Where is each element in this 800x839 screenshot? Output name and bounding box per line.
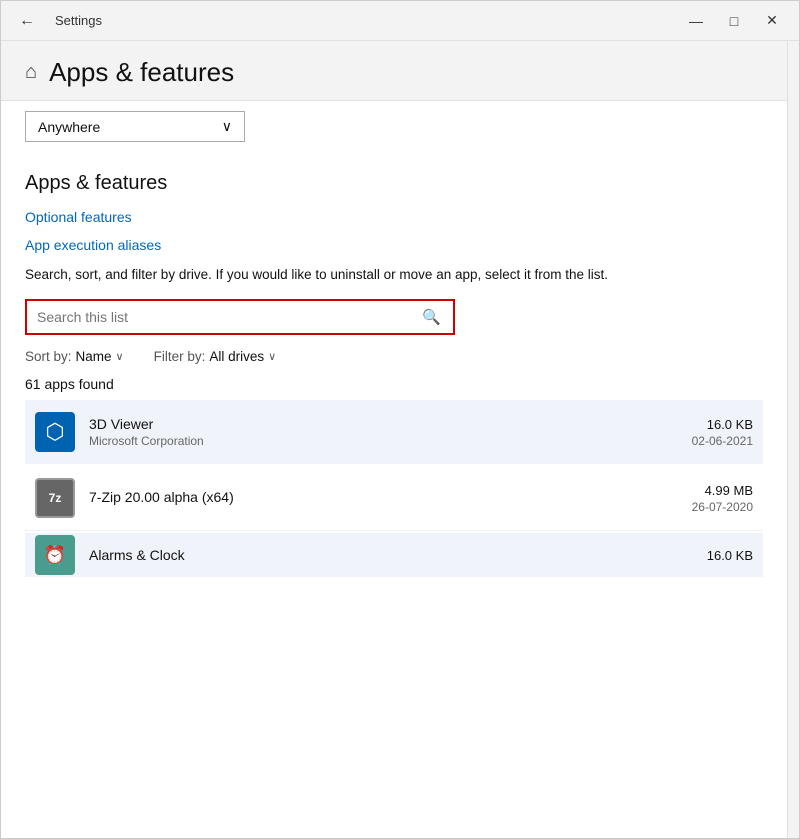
- scrollbar-track[interactable]: [787, 41, 799, 838]
- app-list: ⬡ 3D Viewer Microsoft Corporation 16.0 K…: [1, 400, 787, 577]
- title-bar-left: ← Settings: [13, 10, 102, 32]
- page-title: Apps & features: [49, 57, 234, 88]
- page-header: ⌂ Apps & features: [1, 41, 787, 101]
- content-area: ⌂ Apps & features Anywhere ∨ Apps & feat…: [1, 41, 799, 838]
- app-execution-aliases-link[interactable]: App execution aliases: [25, 237, 763, 253]
- sort-by-control[interactable]: Sort by: Name ∨: [25, 349, 124, 364]
- app-item-3d-viewer[interactable]: ⬡ 3D Viewer Microsoft Corporation 16.0 K…: [25, 400, 763, 464]
- maximize-button[interactable]: □: [719, 9, 749, 33]
- home-icon: ⌂: [25, 61, 37, 84]
- app-item-7zip[interactable]: 7z 7-Zip 20.00 alpha (x64) 4.99 MB 26-07…: [25, 466, 763, 531]
- app-name-alarms: Alarms & Clock: [89, 547, 693, 563]
- title-bar: ← Settings — □ ✕: [1, 1, 799, 41]
- sort-label: Sort by:: [25, 349, 72, 364]
- search-input[interactable]: [25, 299, 455, 335]
- app-item-alarms-partial[interactable]: ⏰ Alarms & Clock 16.0 KB: [25, 533, 763, 577]
- filter-value: All drives: [209, 349, 264, 364]
- anywhere-label: Anywhere: [38, 119, 100, 135]
- filter-label: Filter by:: [154, 349, 206, 364]
- title-bar-controls: — □ ✕: [681, 9, 787, 33]
- app-info-3d-viewer: 3D Viewer Microsoft Corporation: [89, 416, 678, 448]
- apps-count: 61 apps found: [1, 372, 787, 400]
- app-info-7zip: 7-Zip 20.00 alpha (x64): [89, 489, 678, 507]
- app-icon-alarms: ⏰: [35, 535, 75, 575]
- settings-window: ← Settings — □ ✕ ⌂ Apps & features Anywh…: [0, 0, 800, 839]
- apps-features-section: Apps & features Optional features App ex…: [1, 152, 787, 285]
- app-name-3d-viewer: 3D Viewer: [89, 416, 678, 432]
- app-icon-3d-viewer: ⬡: [35, 412, 75, 452]
- app-size-7zip: 4.99 MB: [692, 483, 753, 498]
- app-date-3d-viewer: 02-06-2021: [692, 434, 753, 448]
- main-content: ⌂ Apps & features Anywhere ∨ Apps & feat…: [1, 41, 787, 838]
- search-icon[interactable]: 🔍: [418, 304, 445, 330]
- app-size-alarms: 16.0 KB: [707, 548, 753, 563]
- window-title: Settings: [55, 13, 102, 28]
- app-meta-3d-viewer: 16.0 KB 02-06-2021: [692, 417, 753, 448]
- filter-by-control[interactable]: Filter by: All drives ∨: [154, 349, 277, 364]
- app-publisher-3d-viewer: Microsoft Corporation: [89, 434, 678, 448]
- description-text: Search, sort, and filter by drive. If yo…: [25, 265, 763, 285]
- search-box-wrapper: 🔍: [25, 299, 763, 335]
- app-size-3d-viewer: 16.0 KB: [692, 417, 753, 432]
- minimize-button[interactable]: —: [681, 9, 711, 33]
- app-meta-alarms: 16.0 KB: [707, 548, 753, 563]
- optional-features-link[interactable]: Optional features: [25, 209, 763, 225]
- filter-chevron: ∨: [268, 350, 276, 363]
- anywhere-dropdown[interactable]: Anywhere ∨: [25, 111, 245, 142]
- app-icon-7zip: 7z: [35, 478, 75, 518]
- app-meta-7zip: 4.99 MB 26-07-2020: [692, 483, 753, 514]
- sort-value: Name: [76, 349, 112, 364]
- section-title: Apps & features: [25, 172, 763, 195]
- filter-row: Anywhere ∨: [1, 101, 787, 152]
- app-name-7zip: 7-Zip 20.00 alpha (x64): [89, 489, 678, 505]
- close-button[interactable]: ✕: [757, 9, 787, 33]
- back-button[interactable]: ←: [13, 10, 41, 32]
- sort-filter-row: Sort by: Name ∨ Filter by: All drives ∨: [1, 335, 787, 372]
- anywhere-chevron: ∨: [222, 118, 232, 135]
- app-info-alarms: Alarms & Clock: [89, 547, 693, 563]
- sort-chevron: ∨: [116, 350, 124, 363]
- app-date-7zip: 26-07-2020: [692, 500, 753, 514]
